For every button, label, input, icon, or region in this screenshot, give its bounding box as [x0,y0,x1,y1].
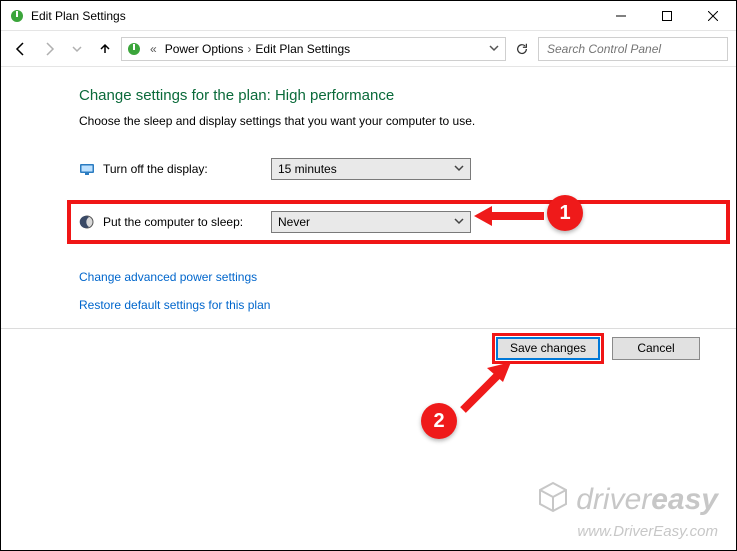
close-button[interactable] [690,1,736,31]
save-button[interactable]: Save changes [496,337,600,360]
display-label: Turn off the display: [103,162,263,176]
sleep-icon [79,214,95,230]
watermark-brand-b: easy [651,483,718,516]
restore-defaults-link[interactable]: Restore default settings for this plan [79,298,718,312]
app-icon [9,8,25,24]
chevron-down-icon[interactable] [487,42,501,56]
up-button[interactable] [93,37,117,61]
window-title: Edit Plan Settings [31,9,598,23]
chevron-down-icon [454,215,464,229]
watermark-cube-icon [536,480,570,523]
advanced-settings-link[interactable]: Change advanced power settings [79,270,718,284]
footer-buttons: Save changes Cancel [1,329,736,367]
content-area: Change settings for the plan: High perfo… [1,67,736,327]
sleep-label: Put the computer to sleep: [103,215,263,229]
forward-button[interactable] [37,37,61,61]
search-input[interactable] [545,41,721,57]
location-icon [126,41,142,57]
chevron-down-icon [454,162,464,176]
display-icon [79,161,95,177]
back-button[interactable] [9,37,33,61]
annotation-number-2: 2 [421,403,457,439]
links-group: Change advanced power settings Restore d… [79,270,718,312]
chevron-right-icon: › [247,42,251,56]
select-value: Never [278,215,310,229]
address-bar[interactable]: « Power Options › Edit Plan Settings [121,37,506,61]
window-titlebar: Edit Plan Settings [1,1,736,31]
page-subtitle: Choose the sleep and display settings th… [79,114,718,128]
select-value: 15 minutes [278,162,337,176]
breadcrumb-item[interactable]: Power Options [165,42,244,56]
setting-row-display: Turn off the display: 15 minutes [79,156,718,182]
watermark-brand-a: driver [576,483,651,516]
annotation-arrow-2 [455,358,515,418]
nav-bar: « Power Options › Edit Plan Settings [1,31,736,67]
breadcrumb-item[interactable]: Edit Plan Settings [255,42,350,56]
chevron-left-icon: « [148,42,159,56]
watermark: drivereasy www.DriverEasy.com [536,480,718,540]
minimize-button[interactable] [598,1,644,31]
page-title: Change settings for the plan: High perfo… [79,87,718,104]
refresh-button[interactable] [510,37,534,61]
highlight-sleep-row: Put the computer to sleep: Never [67,200,730,244]
breadcrumb: Power Options › Edit Plan Settings [165,42,481,56]
watermark-url: www.DriverEasy.com [536,523,718,540]
cancel-button[interactable]: Cancel [612,337,700,360]
display-timeout-select[interactable]: 15 minutes [271,158,471,180]
sleep-timeout-select[interactable]: Never [271,211,471,233]
search-box[interactable] [538,37,728,61]
recent-locations-button[interactable] [65,37,89,61]
maximize-button[interactable] [644,1,690,31]
